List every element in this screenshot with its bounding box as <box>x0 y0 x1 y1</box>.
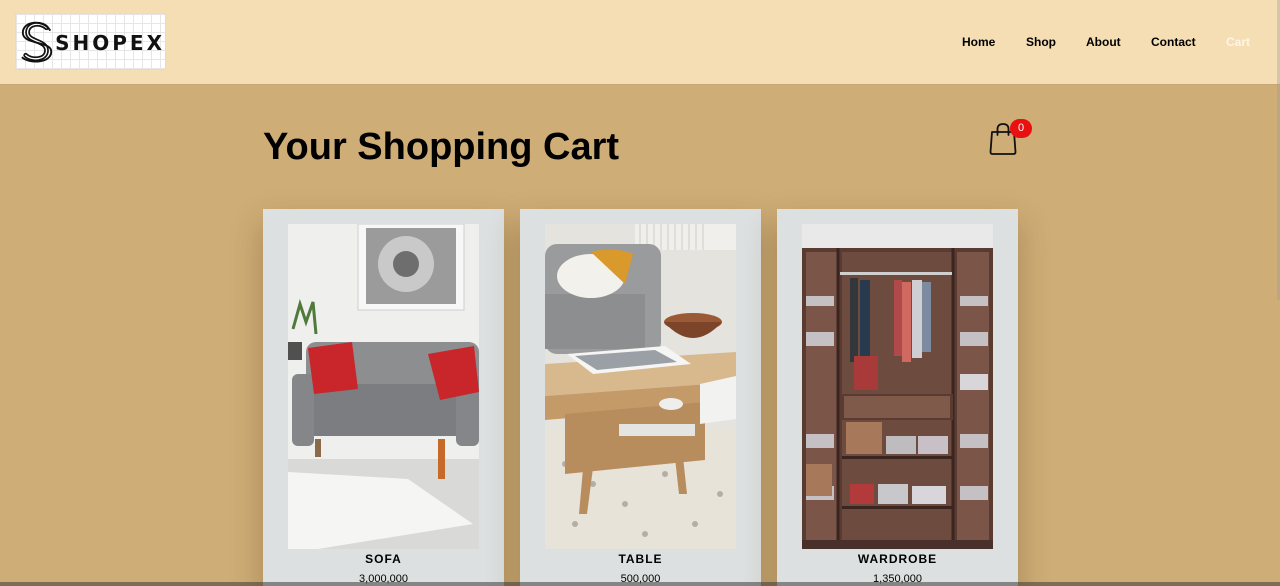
logo-text: SHOPEX <box>55 30 165 55</box>
nav-shop[interactable]: Shop <box>1026 34 1056 50</box>
nav-home[interactable]: Home <box>962 34 995 50</box>
item-name: WARDROBE <box>857 552 938 566</box>
cart-item-card[interactable]: TABLE 500,000 <box>520 209 761 586</box>
page: SHOPEX Home Shop About Contact Cart Your… <box>0 0 1280 586</box>
page-title: Your Shopping Cart <box>263 126 620 168</box>
nav-cart[interactable]: Cart <box>1226 34 1250 50</box>
site-header: SHOPEX Home Shop About Contact Cart <box>0 0 1280 300</box>
window-bottom-edge <box>0 582 1280 586</box>
cart-count-badge: 0 <box>1010 119 1032 138</box>
item-name: TABLE <box>618 552 663 566</box>
nav-contact[interactable]: Contact <box>1151 34 1196 50</box>
item-name: SOFA <box>365 552 402 566</box>
cart-item-card[interactable]: SOFA 3,000,000 <box>263 209 504 586</box>
nav-about[interactable]: About <box>1086 34 1121 50</box>
shopex-logo-icon <box>21 21 53 62</box>
table-image <box>545 224 736 549</box>
sofa-image <box>288 224 479 549</box>
logo[interactable]: SHOPEX <box>15 13 166 70</box>
wardrobe-image <box>802 224 993 549</box>
cart-item-card[interactable]: WARDROBE 1,350,000 <box>777 209 1018 586</box>
